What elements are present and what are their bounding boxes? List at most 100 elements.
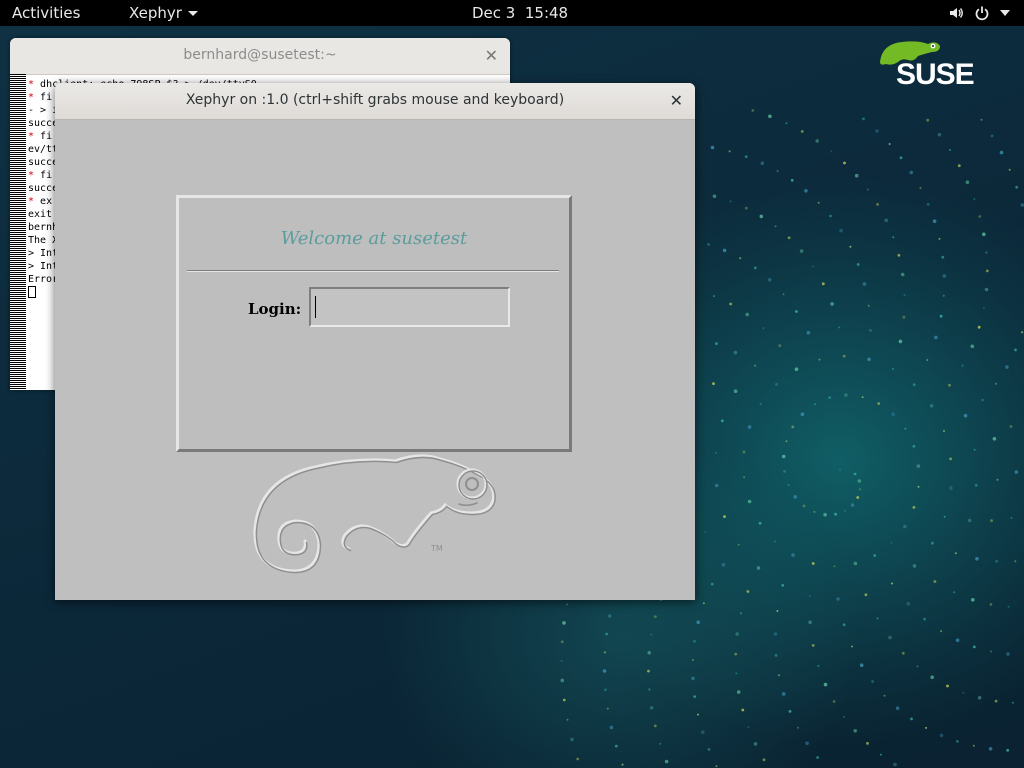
wallpaper-dot bbox=[904, 427, 907, 430]
close-icon[interactable]: ✕ bbox=[670, 91, 683, 110]
wallpaper-dot bbox=[957, 164, 961, 168]
wallpaper-dot bbox=[853, 729, 857, 733]
xephyr-window[interactable]: Xephyr on :1.0 (ctrl+shift grabs mouse a… bbox=[55, 83, 695, 600]
wallpaper-dot bbox=[862, 117, 865, 121]
wallpaper-dot bbox=[744, 206, 748, 210]
wallpaper-dot bbox=[794, 367, 799, 372]
wallpaper-dot bbox=[830, 150, 833, 153]
wallpaper-dot bbox=[869, 329, 872, 332]
wallpaper-dot bbox=[985, 251, 988, 254]
wallpaper-dot bbox=[781, 454, 786, 459]
wallpaper-dot bbox=[891, 412, 896, 417]
wallpaper-dot bbox=[560, 660, 563, 662]
wallpaper-dot bbox=[856, 263, 860, 266]
wallpaper-dot bbox=[995, 382, 997, 385]
terminal-line-text: > Int bbox=[28, 248, 59, 259]
text-cursor bbox=[315, 296, 316, 318]
activities-button[interactable]: Activities bbox=[12, 0, 80, 26]
wallpaper-dot bbox=[804, 189, 808, 193]
wallpaper-dot bbox=[762, 758, 766, 762]
wallpaper-dot bbox=[867, 304, 870, 307]
wallpaper-dot bbox=[787, 236, 791, 240]
wallpaper-dot bbox=[741, 708, 745, 712]
wallpaper-dot bbox=[984, 287, 989, 292]
wallpaper-dot bbox=[696, 620, 700, 625]
wallpaper-dot bbox=[1010, 516, 1013, 519]
wallpaper-dot bbox=[942, 274, 947, 278]
wallpaper-dot bbox=[980, 118, 983, 121]
wallpaper-dot bbox=[778, 344, 782, 348]
wallpaper-dot bbox=[1006, 748, 1010, 752]
wallpaper-dot bbox=[783, 470, 786, 473]
divider bbox=[187, 270, 559, 272]
wallpaper-dot bbox=[930, 675, 934, 679]
suse-logo: SUSE bbox=[878, 36, 988, 91]
wallpaper-dot bbox=[910, 717, 913, 721]
terminal-title: bernhard@susetest:~ bbox=[183, 47, 337, 63]
wallpaper-dot bbox=[811, 562, 815, 565]
wallpaper-dot bbox=[973, 448, 976, 451]
wallpaper-dot bbox=[817, 664, 820, 667]
wallpaper-dot bbox=[989, 603, 993, 606]
terminal-titlebar[interactable]: bernhard@susetest:~ ✕ bbox=[10, 38, 510, 75]
wallpaper-dot bbox=[753, 742, 758, 746]
wallpaper-dot bbox=[746, 590, 750, 593]
wallpaper-dot bbox=[994, 699, 998, 703]
wallpaper-dot bbox=[943, 430, 945, 432]
xephyr-titlebar[interactable]: Xephyr on :1.0 (ctrl+shift grabs mouse a… bbox=[55, 83, 695, 120]
wallpaper-dot bbox=[972, 645, 976, 649]
wallpaper-dot bbox=[981, 398, 984, 402]
welcome-heading: Welcome at susetest bbox=[280, 228, 468, 249]
wallpaper-dot bbox=[912, 383, 916, 387]
wallpaper-dot bbox=[659, 742, 662, 745]
wallpaper-dot bbox=[704, 531, 707, 534]
wallpaper-dot bbox=[923, 617, 926, 621]
wallpaper-dot bbox=[832, 700, 836, 703]
login-input[interactable] bbox=[309, 287, 510, 327]
terminal-line-text: - > i bbox=[28, 105, 59, 116]
wallpaper-dot bbox=[833, 565, 836, 568]
wallpaper-dot bbox=[697, 713, 699, 716]
terminal-scrollbar[interactable] bbox=[10, 74, 26, 390]
wallpaper-dot bbox=[714, 451, 717, 454]
terminal-line-text: > Int bbox=[28, 261, 59, 272]
app-menu-button[interactable]: Xephyr bbox=[129, 0, 198, 26]
wallpaper-dot bbox=[1015, 185, 1019, 189]
wallpaper-dot bbox=[890, 582, 893, 585]
close-icon[interactable]: ✕ bbox=[485, 46, 498, 65]
wallpaper-dot bbox=[729, 200, 732, 203]
wallpaper-dot bbox=[883, 694, 886, 697]
wallpaper-dot bbox=[753, 266, 757, 270]
wallpaper-dot bbox=[774, 654, 778, 657]
wallpaper-dot bbox=[867, 357, 871, 362]
wallpaper-dot bbox=[605, 632, 608, 636]
wallpaper-dot bbox=[982, 307, 985, 310]
app-menu-label: Xephyr bbox=[129, 4, 182, 22]
wallpaper-dot bbox=[774, 225, 777, 228]
wallpaper-dot bbox=[747, 499, 752, 504]
wallpaper-dot bbox=[649, 706, 654, 710]
wallpaper-dot bbox=[982, 232, 986, 237]
wallpaper-dot bbox=[861, 396, 864, 399]
wallpaper-dot bbox=[740, 612, 743, 615]
wallpaper-dot bbox=[811, 644, 815, 647]
wallpaper-dot bbox=[773, 632, 778, 636]
system-tray[interactable] bbox=[948, 0, 1010, 26]
wallpaper-dot bbox=[604, 688, 607, 692]
wallpaper-dot bbox=[653, 615, 657, 618]
wallpaper-dot bbox=[691, 658, 694, 661]
wallpaper-dot bbox=[1014, 470, 1019, 474]
wallpaper-dot bbox=[776, 610, 779, 612]
wallpaper-dot bbox=[828, 396, 832, 399]
wallpaper-dot bbox=[758, 521, 762, 525]
clock[interactable]: Dec 3 15:48 bbox=[472, 0, 568, 26]
wallpaper-dot bbox=[715, 342, 718, 345]
wallpaper-dot bbox=[736, 690, 741, 694]
wallpaper-dot bbox=[843, 715, 845, 718]
wallpaper-dot bbox=[735, 632, 739, 636]
wallpaper-dot bbox=[785, 440, 788, 443]
wallpaper-dot bbox=[664, 759, 669, 764]
wallpaper-dot bbox=[912, 444, 916, 448]
wallpaper-dot bbox=[975, 557, 979, 561]
terminal-cursor bbox=[28, 286, 36, 298]
